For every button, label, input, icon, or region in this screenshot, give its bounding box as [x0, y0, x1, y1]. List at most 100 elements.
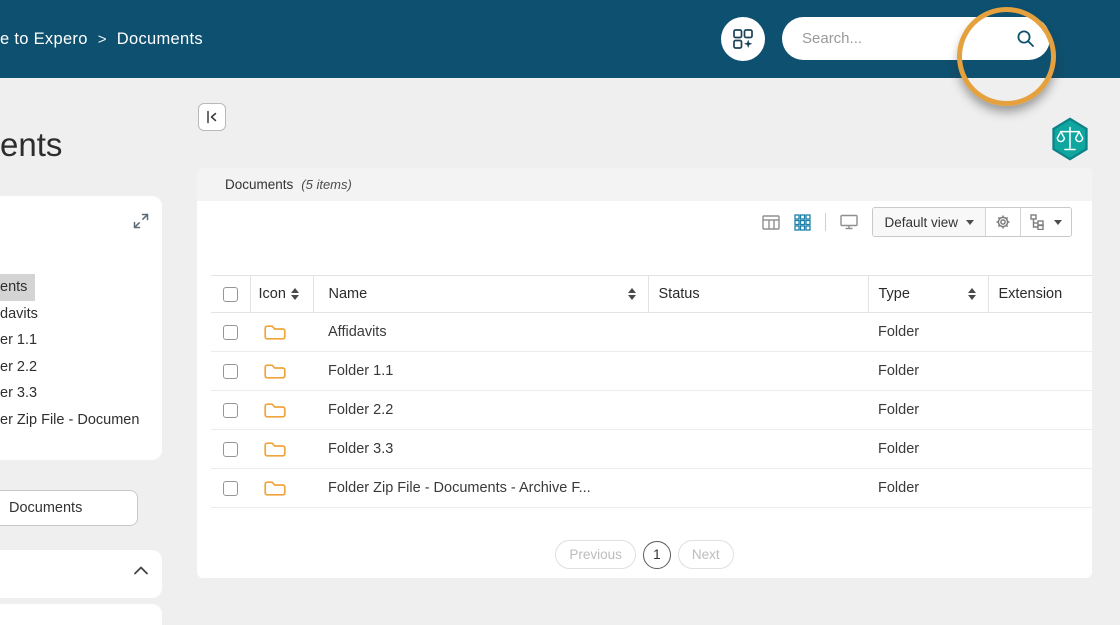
chevron-down-icon	[1054, 219, 1062, 225]
panel-collapse-left-icon	[207, 110, 217, 124]
row-status	[648, 312, 868, 352]
current-page-button[interactable]: 1	[642, 540, 671, 569]
row-type: Folder	[868, 468, 988, 508]
collapse-panel-button[interactable]	[198, 103, 226, 131]
tree-item-folder-1-1[interactable]: er 1.1	[0, 327, 139, 354]
row-name[interactable]: Affidavits	[313, 312, 648, 352]
folder-icon	[264, 441, 286, 458]
previous-page-button[interactable]: Previous	[555, 540, 636, 569]
row-name[interactable]: Folder 2.2	[313, 390, 648, 430]
documents-table: Icon Name Status Type Extension Affidavi…	[211, 275, 1092, 508]
chevron-down-icon	[966, 219, 974, 225]
row-status	[648, 429, 868, 469]
app-logo	[1049, 117, 1091, 161]
sidebar-bottom-panel	[0, 604, 162, 625]
table-row[interactable]: Folder 2.2 Folder	[211, 390, 1092, 430]
row-checkbox[interactable]	[223, 402, 238, 418]
column-header-type[interactable]: Type	[879, 286, 910, 302]
chevron-up-icon[interactable]	[133, 566, 149, 575]
folder-icon	[264, 363, 286, 380]
sort-icon[interactable]	[290, 287, 299, 301]
documents-panel: Documents (5 items) Default view Icon Na…	[197, 168, 1092, 578]
column-header-extension[interactable]: Extension	[999, 286, 1063, 302]
row-checkbox[interactable]	[223, 363, 238, 379]
column-header-icon[interactable]: Icon	[259, 286, 286, 302]
folder-icon	[264, 324, 286, 341]
row-extension	[988, 468, 1092, 508]
folder-icon	[264, 480, 286, 497]
monitor-icon	[840, 214, 859, 230]
tree-item-folder-zip[interactable]: er Zip File - Documen	[0, 407, 139, 434]
screen: e to Expero > Documents ents	[0, 0, 1120, 625]
sort-icon[interactable]	[627, 287, 636, 301]
view-toolbar: Default view	[762, 207, 1072, 237]
next-page-button[interactable]: Next	[677, 540, 734, 569]
table-row[interactable]: Folder Zip File - Documents - Archive F.…	[211, 468, 1092, 508]
row-type: Folder	[868, 312, 988, 352]
tree-list-icon	[1030, 214, 1044, 230]
row-name[interactable]: Folder 1.1	[313, 351, 648, 391]
sort-icon[interactable]	[967, 287, 976, 301]
tree-item-label: ents	[0, 274, 36, 301]
row-type: Folder	[868, 351, 988, 391]
search-icon[interactable]	[1016, 29, 1035, 48]
table-row[interactable]: Affidavits Folder	[211, 312, 1092, 352]
grid-view-icon	[794, 213, 812, 231]
tree-item-folder-2-2[interactable]: er 2.2	[0, 354, 139, 381]
row-extension	[988, 351, 1092, 391]
section-header: Documents (5 items)	[197, 168, 1092, 201]
board-view-button[interactable]	[840, 214, 859, 230]
column-header-name[interactable]: Name	[329, 286, 368, 302]
row-extension	[988, 390, 1092, 430]
tree-item-folder-3-3[interactable]: er 3.3	[0, 380, 139, 407]
table-header-row: Icon Name Status Type Extension	[211, 275, 1092, 313]
tree-item-label: davits	[0, 305, 38, 322]
settings-button[interactable]	[986, 208, 1020, 236]
row-status	[648, 468, 868, 508]
row-type: Folder	[868, 390, 988, 430]
apps-button[interactable]	[721, 17, 765, 61]
gear-icon	[996, 215, 1010, 229]
section-title: Documents	[225, 177, 294, 192]
view-selector-dropdown[interactable]: Default view	[873, 208, 986, 236]
tree-item-label: er 1.1	[0, 332, 38, 348]
folder-search-input[interactable]	[0, 490, 138, 526]
toolbar-divider	[825, 213, 827, 231]
page-title: ents	[0, 126, 63, 163]
search-bar	[782, 17, 1050, 60]
table-row[interactable]: Folder 3.3 Folder	[211, 429, 1092, 469]
row-name[interactable]: Folder Zip File - Documents - Archive F.…	[313, 468, 648, 508]
search-input[interactable]	[802, 30, 1016, 47]
tree-item-label: er Zip File - Documen	[0, 411, 140, 428]
tree-item-label: er 3.3	[0, 385, 38, 401]
view-options-group: Default view	[872, 207, 1072, 237]
breadcrumb-separator: >	[97, 30, 107, 48]
view-selector-label: Default view	[884, 214, 958, 230]
folder-tree: ents davits er 1.1 er 2.2 er 3.3 er Zip …	[0, 274, 139, 433]
apps-grid-icon	[733, 29, 753, 49]
expand-icon[interactable]	[132, 212, 150, 230]
breadcrumb-current[interactable]: Documents	[117, 30, 203, 49]
tree-item-documents[interactable]: ents	[0, 274, 139, 301]
row-status	[648, 390, 868, 430]
table-view-icon	[762, 214, 781, 230]
row-checkbox[interactable]	[223, 480, 238, 496]
tree-view-button[interactable]	[1020, 208, 1071, 236]
item-count: (5 items)	[301, 177, 352, 192]
sidebar-collapsible-section[interactable]	[0, 550, 162, 598]
breadcrumb-root[interactable]: e to Expero	[0, 30, 88, 49]
table-row[interactable]: Folder 1.1 Folder	[211, 351, 1092, 391]
select-all-checkbox[interactable]	[222, 286, 238, 302]
tree-item-affidavits[interactable]: davits	[0, 301, 139, 328]
row-checkbox[interactable]	[223, 324, 238, 340]
row-checkbox[interactable]	[223, 441, 238, 457]
row-extension	[988, 429, 1092, 469]
scales-hexagon-icon	[1052, 117, 1088, 161]
grid-view-button[interactable]	[794, 213, 812, 231]
folder-icon	[264, 402, 286, 419]
row-name[interactable]: Folder 3.3	[313, 429, 648, 469]
tree-item-label: er 2.2	[0, 358, 38, 375]
column-header-status[interactable]: Status	[659, 286, 700, 302]
table-view-button[interactable]	[762, 214, 781, 230]
folder-tree-panel: ents davits er 1.1 er 2.2 er 3.3 er Zip …	[0, 196, 162, 460]
